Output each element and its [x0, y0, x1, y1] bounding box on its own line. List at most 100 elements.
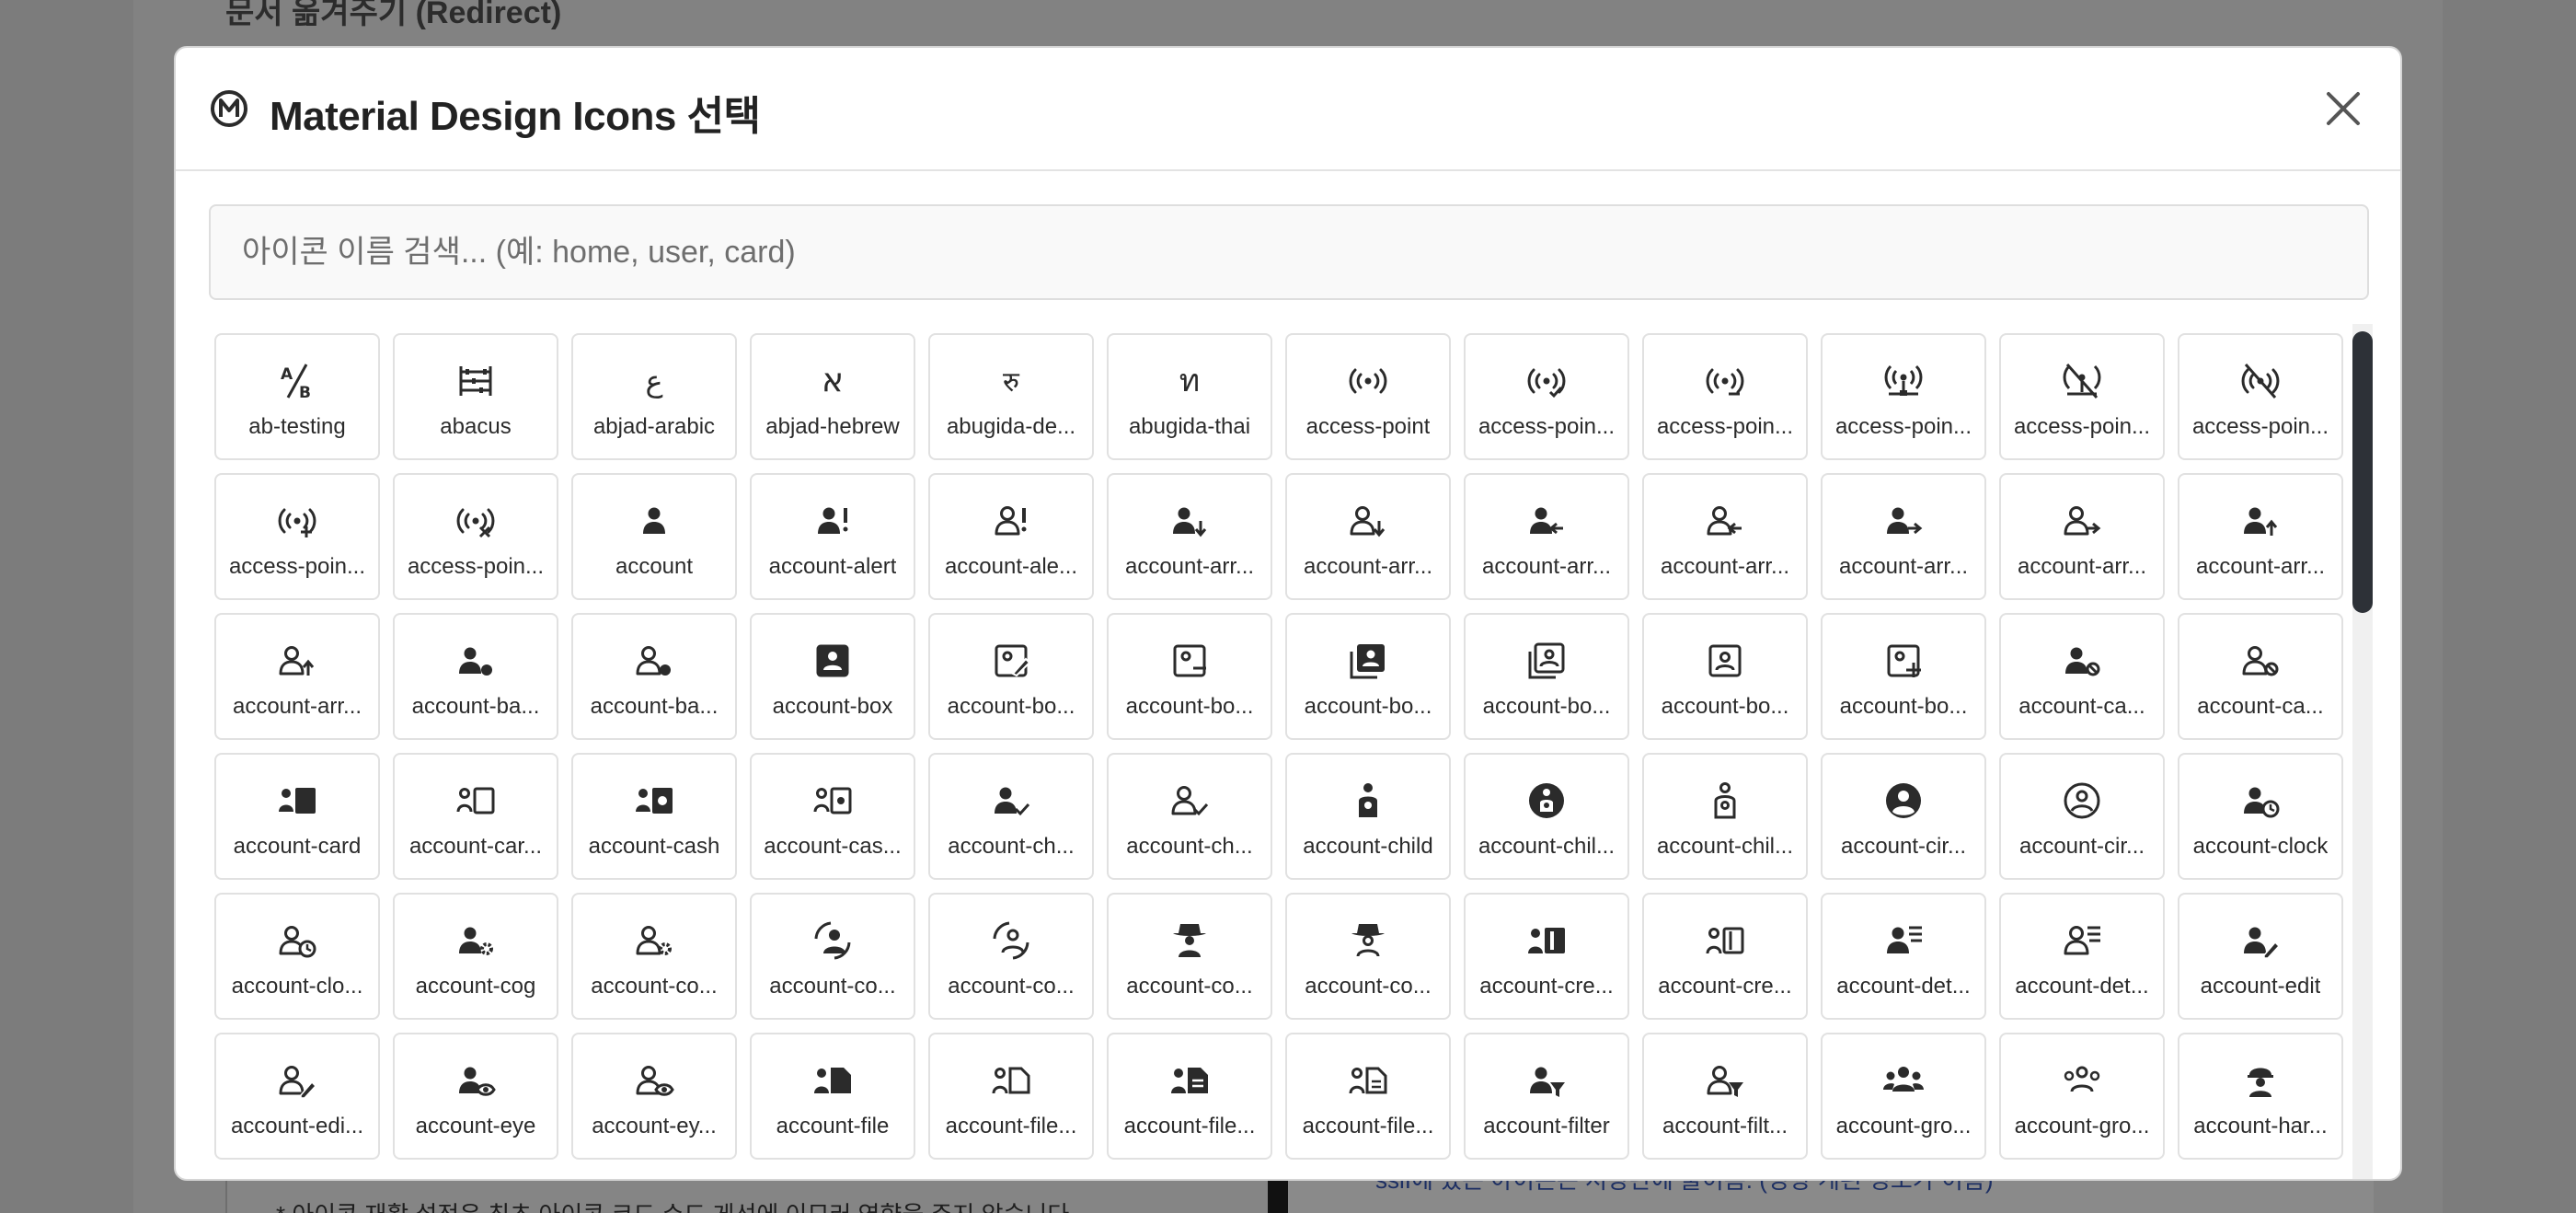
- icon-tile-access-point-network[interactable]: access-poin...: [1821, 333, 1986, 460]
- account-arrow-left-icon: [1526, 501, 1567, 541]
- icon-tile-account-box-multiple[interactable]: account-bo...: [1285, 613, 1451, 740]
- icon-search-input[interactable]: [209, 204, 2369, 300]
- icon-tile-account-group[interactable]: account-gro...: [1821, 1033, 1986, 1160]
- icon-tile-account-clock-outline[interactable]: account-clo...: [214, 893, 380, 1020]
- icon-tile-account-convert-outline[interactable]: account-co...: [928, 893, 1094, 1020]
- account-convert-icon: [812, 920, 853, 961]
- icon-tile-account-cash-outline[interactable]: account-cas...: [750, 753, 915, 880]
- icon-tile-account-group-outline[interactable]: account-gro...: [1999, 1033, 2165, 1160]
- icon-tile-account-alert[interactable]: account-alert: [750, 473, 915, 600]
- icon-tile-account-arrow-down[interactable]: account-arr...: [1107, 473, 1272, 600]
- icon-label: account-bo...: [1304, 694, 1432, 719]
- icon-tile-account-credit-card-outline[interactable]: account-cre...: [1642, 893, 1808, 1020]
- icon-tile-abugida-thai[interactable]: ท abugida-thai: [1107, 333, 1272, 460]
- icon-tile-account-file-text[interactable]: account-file...: [1107, 1033, 1272, 1160]
- icon-tile-access-point-minus[interactable]: access-poin...: [1642, 333, 1808, 460]
- icon-tile-account-arrow-down-outline[interactable]: account-arr...: [1285, 473, 1451, 600]
- icon-tile-account-arrow-left[interactable]: account-arr...: [1464, 473, 1629, 600]
- icon-tile-account-badge[interactable]: account-ba...: [393, 613, 558, 740]
- icon-label: account-arr...: [1124, 554, 1255, 579]
- icon-tile-account-details-outline[interactable]: account-det...: [1999, 893, 2165, 1020]
- icon-tile-access-point-remove[interactable]: access-poin...: [393, 473, 558, 600]
- icon-tile-account-box-outline[interactable]: account-bo...: [1642, 613, 1808, 740]
- icon-tile-access-point-plus[interactable]: access-poin...: [214, 473, 380, 600]
- icon-tile-account-circle[interactable]: account-cir...: [1821, 753, 1986, 880]
- icon-tile-account-eye[interactable]: account-eye: [393, 1033, 558, 1160]
- icon-tile-abugida-devanagari[interactable]: रु abugida-de...: [928, 333, 1094, 460]
- icon-tile-access-point-check[interactable]: access-poin...: [1464, 333, 1629, 460]
- icon-tile-account-box-minus-outline[interactable]: account-bo...: [1107, 613, 1272, 740]
- icon-tile-account-box-multiple-outline[interactable]: account-bo...: [1464, 613, 1629, 740]
- icon-tile-account-filter[interactable]: account-filter: [1464, 1033, 1629, 1160]
- icon-tile-account-arrow-right-outline[interactable]: account-arr...: [1999, 473, 2165, 600]
- icon-tile-account-file[interactable]: account-file: [750, 1033, 915, 1160]
- icon-tile-account-arrow-left-outline[interactable]: account-arr...: [1642, 473, 1808, 600]
- icon-tile-account-cash[interactable]: account-cash: [571, 753, 737, 880]
- icon-tile-account-box-edit-outline[interactable]: account-bo...: [928, 613, 1094, 740]
- icon-label: account-ca...: [2197, 694, 2324, 719]
- account-clock-icon: [2240, 780, 2281, 821]
- icon-tile-account-child[interactable]: account-child: [1285, 753, 1451, 880]
- icon-label: account-gro...: [1835, 1114, 1972, 1138]
- icon-tile-account-file-outline[interactable]: account-file...: [928, 1033, 1094, 1160]
- icon-tile-account-card[interactable]: account-card: [214, 753, 380, 880]
- account-box-outline-icon: [1705, 641, 1745, 681]
- icon-tile-abjad-hebrew[interactable]: א abjad-hebrew: [750, 333, 915, 460]
- abacus-icon: [455, 361, 496, 401]
- account-filter-outline-icon: [1705, 1060, 1745, 1101]
- account-convert-outline-icon: [991, 920, 1031, 961]
- icon-tile-account-arrow-right[interactable]: account-arr...: [1821, 473, 1986, 600]
- icon-tile-abjad-arabic[interactable]: ع abjad-arabic: [571, 333, 737, 460]
- icon-tile-account-arrow-up-outline[interactable]: account-arr...: [214, 613, 380, 740]
- icon-tile-account-edit-outline[interactable]: account-edi...: [214, 1033, 380, 1160]
- icon-tile-account-cowboy-hat[interactable]: account-co...: [1107, 893, 1272, 1020]
- icon-label: account-det...: [2015, 974, 2149, 999]
- icon-tile-account-box-plus-outline[interactable]: account-bo...: [1821, 613, 1986, 740]
- close-button[interactable]: [2319, 85, 2367, 133]
- access-point-network-icon: [1883, 361, 1924, 401]
- icon-tile-account-card-outline[interactable]: account-car...: [393, 753, 558, 880]
- icon-label: account-bo...: [1482, 694, 1611, 719]
- icon-tile-access-point[interactable]: access-point: [1285, 333, 1451, 460]
- icon-tile-account-box[interactable]: account-box: [750, 613, 915, 740]
- scrollbar-thumb[interactable]: [2352, 331, 2373, 613]
- icon-tile-account-check[interactable]: account-ch...: [928, 753, 1094, 880]
- account-cancel-icon: [2062, 641, 2102, 681]
- icon-tile-account-credit-card[interactable]: account-cre...: [1464, 893, 1629, 1020]
- icon-tile-account-cowboy-hat-outline[interactable]: account-co...: [1285, 893, 1451, 1020]
- icon-label: account-cas...: [764, 834, 902, 859]
- icon-tile-account-check-outline[interactable]: account-ch...: [1107, 753, 1272, 880]
- account-details-outline-icon: [2062, 920, 2102, 961]
- icon-tile-account-cog-outline[interactable]: account-co...: [571, 893, 737, 1020]
- icon-label: access-poin...: [1656, 414, 1794, 439]
- icon-tile-account-convert[interactable]: account-co...: [750, 893, 915, 1020]
- icon-tile-account-filter-outline[interactable]: account-filt...: [1642, 1033, 1808, 1160]
- icon-tile-account-eye-outline[interactable]: account-ey...: [571, 1033, 737, 1160]
- icon-tile-account-clock[interactable]: account-clock: [2178, 753, 2343, 880]
- icon-tile-account-cancel[interactable]: account-ca...: [1999, 613, 2165, 740]
- icon-tile-account-child-outline[interactable]: account-chil...: [1642, 753, 1808, 880]
- icon-tile-access-point-network-off[interactable]: access-poin...: [1999, 333, 2165, 460]
- account-file-text-outline-icon: [1348, 1060, 1388, 1101]
- icon-tile-account-arrow-up[interactable]: account-arr...: [2178, 473, 2343, 600]
- icon-tile-account-details[interactable]: account-det...: [1821, 893, 1986, 1020]
- icon-tile-ab-testing[interactable]: A Bab-testing: [214, 333, 380, 460]
- icon-label: account-co...: [769, 974, 896, 999]
- icon-tile-account-hard-hat[interactable]: account-har...: [2178, 1033, 2343, 1160]
- icon-tile-account-cog[interactable]: account-cog: [393, 893, 558, 1020]
- icon-tile-account-circle-outline[interactable]: account-cir...: [1999, 753, 2165, 880]
- icon-tile-account-file-text-outline[interactable]: account-file...: [1285, 1033, 1451, 1160]
- icon-tile-abacus[interactable]: abacus: [393, 333, 558, 460]
- icon-tile-access-point-off[interactable]: access-poin...: [2178, 333, 2343, 460]
- icon-label: account-arr...: [1481, 554, 1612, 579]
- icon-tile-account[interactable]: account: [571, 473, 737, 600]
- icon-tile-account-cancel-outline[interactable]: account-ca...: [2178, 613, 2343, 740]
- account-alert-outline-icon: [991, 501, 1031, 541]
- icon-tile-account-badge-outline[interactable]: account-ba...: [571, 613, 737, 740]
- icon-label: access-poin...: [407, 554, 545, 579]
- icon-grid-container[interactable]: A Bab-testing abacus ع abjad-arabic א abjad-he…: [214, 333, 2354, 1179]
- icon-tile-account-alert-outline[interactable]: account-ale...: [928, 473, 1094, 600]
- icon-tile-account-edit[interactable]: account-edit: [2178, 893, 2343, 1020]
- icon-tile-account-child-circle[interactable]: account-chil...: [1464, 753, 1629, 880]
- account-file-outline-icon: [991, 1060, 1031, 1101]
